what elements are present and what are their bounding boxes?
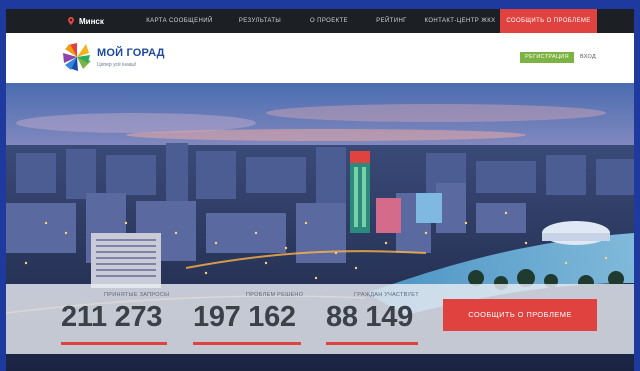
- stat-label-citizens: ГРАЖДАН УЧАСТВУЕТ: [354, 292, 419, 298]
- login-link[interactable]: ВХОД: [580, 52, 596, 63]
- map-pin-icon: [68, 17, 74, 25]
- nav-message-map[interactable]: Карта сообщений: [134, 9, 225, 33]
- pinwheel-logo[interactable]: [61, 41, 93, 73]
- nav-contact-center[interactable]: Контакт-центр ЖКХ: [420, 9, 500, 33]
- city-selector[interactable]: Минск: [6, 9, 134, 33]
- page-frame: Минск Карта сообщений Результаты О проек…: [6, 9, 634, 371]
- stat-label-requests: ПРИНЯТЫЕ ЗАПРОСЫ: [104, 292, 170, 298]
- nav-report-problem[interactable]: Сообщить о проблеме: [500, 9, 597, 33]
- stat-value-citizens: 88 149: [326, 301, 413, 333]
- city-name: Минск: [79, 16, 104, 26]
- site-header: МОЙ ГОРАД Цяпер усё інакш! РЕГИСТРАЦИЯ В…: [6, 33, 634, 83]
- stat-underline: [193, 342, 301, 345]
- nav-about[interactable]: О проекте: [295, 9, 363, 33]
- register-button[interactable]: РЕГИСТРАЦИЯ: [520, 52, 574, 63]
- stat-label-solved: ПРОБЛЕМ РЕШЕНО: [246, 292, 304, 298]
- report-problem-button[interactable]: СООБЩИТЬ О ПРОБЛЕМЕ: [443, 299, 597, 331]
- brand-slogan: Цяпер усё інакш!: [97, 62, 137, 68]
- top-navigation: Минск Карта сообщений Результаты О проек…: [6, 9, 634, 33]
- stat-value-requests: 211 273: [61, 301, 163, 333]
- nav-rating[interactable]: Рейтинг: [363, 9, 420, 33]
- stat-underline: [61, 342, 167, 345]
- stat-underline: [326, 342, 418, 345]
- brand-name: МОЙ ГОРАД: [97, 47, 165, 59]
- stat-value-solved: 197 162: [193, 301, 296, 333]
- nav-results[interactable]: Результаты: [225, 9, 295, 33]
